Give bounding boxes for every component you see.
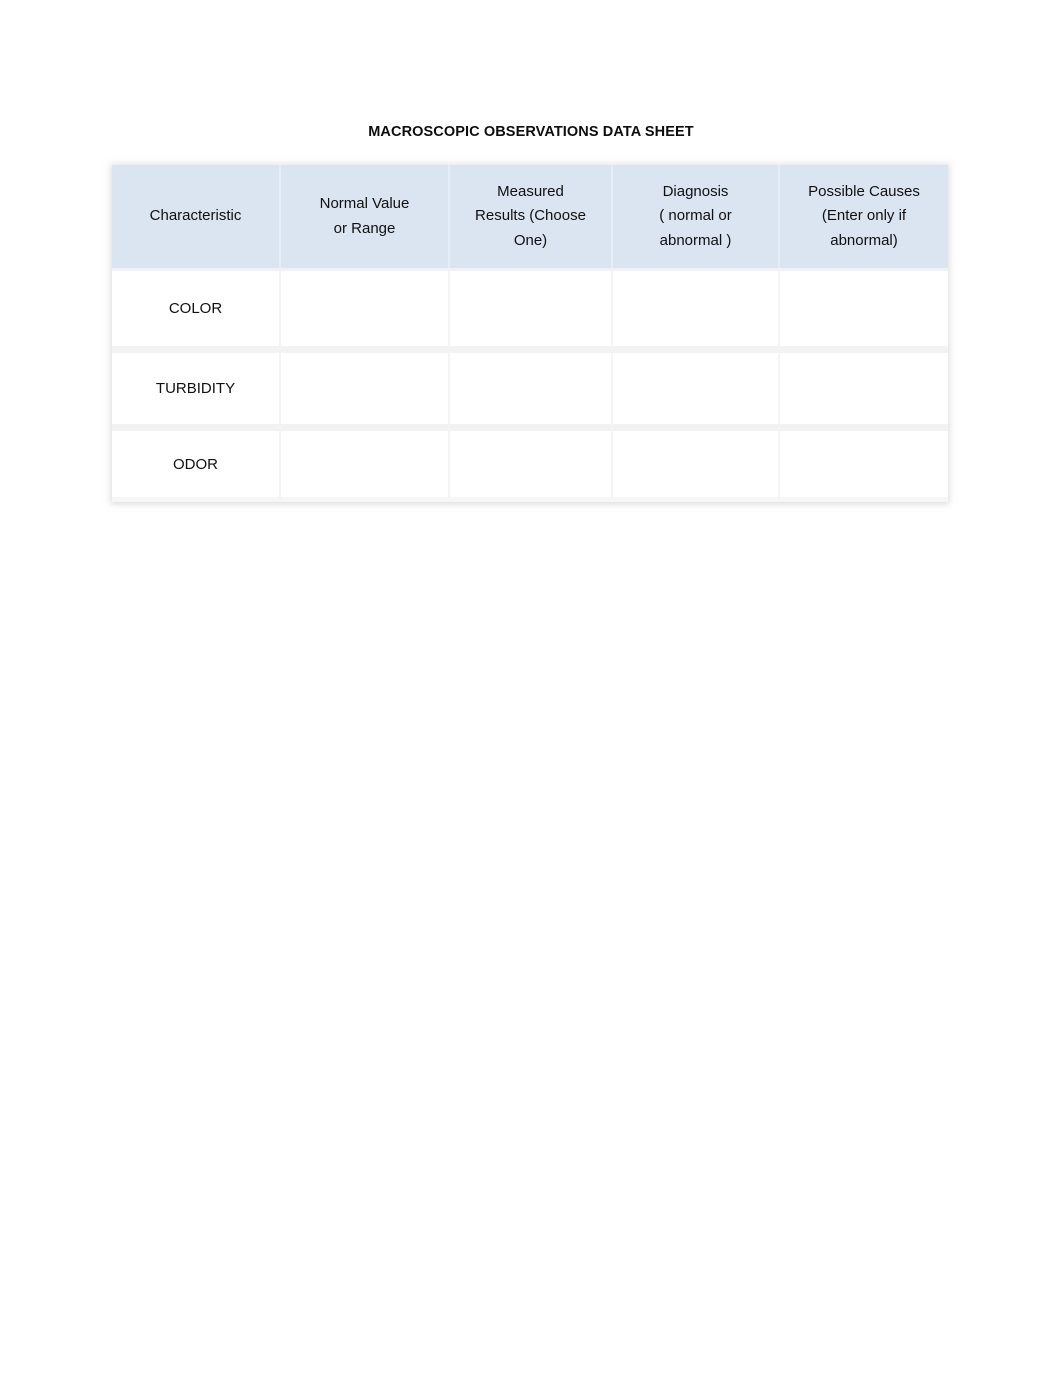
cell-possible-causes[interactable] <box>780 346 948 424</box>
table-row: ODOR <box>112 424 948 502</box>
column-header-characteristic: Characteristic <box>112 165 281 268</box>
characteristic-label: TURBIDITY <box>155 380 236 397</box>
column-header-diagnosis-line1: Diagnosis <box>662 182 729 200</box>
cell-normal-value[interactable] <box>281 424 450 502</box>
cell-measured-results[interactable] <box>450 268 613 346</box>
column-header-possible-causes-line3: abnormal) <box>830 231 898 249</box>
column-header-diagnosis: Diagnosis ( normal or abnormal ) <box>613 165 780 268</box>
column-header-normal-value: Normal Value or Range <box>281 165 450 268</box>
table-row: TURBIDITY <box>112 346 948 424</box>
cell-diagnosis[interactable] <box>613 424 780 502</box>
cell-normal-value[interactable] <box>281 268 450 346</box>
cell-diagnosis[interactable] <box>613 346 780 424</box>
table-header-row: Characteristic Normal Value or Range Mea… <box>112 165 948 268</box>
column-header-measured-results: Measured Results (Choose One) <box>450 165 613 268</box>
cell-possible-causes[interactable] <box>780 424 948 502</box>
characteristic-label: COLOR <box>168 300 223 317</box>
column-header-measured-results-line2: Results (Choose <box>475 207 586 225</box>
column-header-possible-causes-line1: Possible Causes <box>808 182 920 200</box>
table-header: Characteristic Normal Value or Range Mea… <box>112 165 948 268</box>
characteristic-label: ODOR <box>173 455 218 473</box>
table-body: COLOR TURBIDITY ODOR <box>112 268 948 502</box>
column-header-diagnosis-line2: ( normal or <box>659 207 732 225</box>
cell-measured-results[interactable] <box>450 346 613 424</box>
column-header-possible-causes: Possible Causes (Enter only if abnormal) <box>780 165 948 268</box>
cell-characteristic: TURBIDITY <box>112 346 281 424</box>
cell-characteristic: ODOR <box>112 424 281 502</box>
cell-measured-results[interactable] <box>450 424 613 502</box>
column-header-possible-causes-line2: (Enter only if <box>821 207 907 225</box>
page-title: MACROSCOPIC OBSERVATIONS DATA SHEET <box>368 124 694 140</box>
column-header-normal-value-line2: or Range <box>333 219 396 237</box>
column-header-normal-value-line1: Normal Value <box>319 195 410 212</box>
column-header-measured-results-line3: One) <box>513 231 548 249</box>
macroscopic-observations-table: Characteristic Normal Value or Range Mea… <box>112 165 948 502</box>
column-header-measured-results-line1: Measured <box>497 182 564 200</box>
table-row: COLOR <box>112 268 948 346</box>
cell-normal-value[interactable] <box>281 346 450 424</box>
cell-diagnosis[interactable] <box>613 268 780 346</box>
cell-characteristic: COLOR <box>112 268 281 346</box>
column-header-characteristic-label: Characteristic <box>149 207 242 225</box>
cell-possible-causes[interactable] <box>780 268 948 346</box>
macroscopic-observations-table-wrapper: Characteristic Normal Value or Range Mea… <box>112 165 948 502</box>
document-page: MACROSCOPIC OBSERVATIONS DATA SHEET Char… <box>0 0 1062 1376</box>
column-header-diagnosis-line3: abnormal ) <box>659 231 732 249</box>
